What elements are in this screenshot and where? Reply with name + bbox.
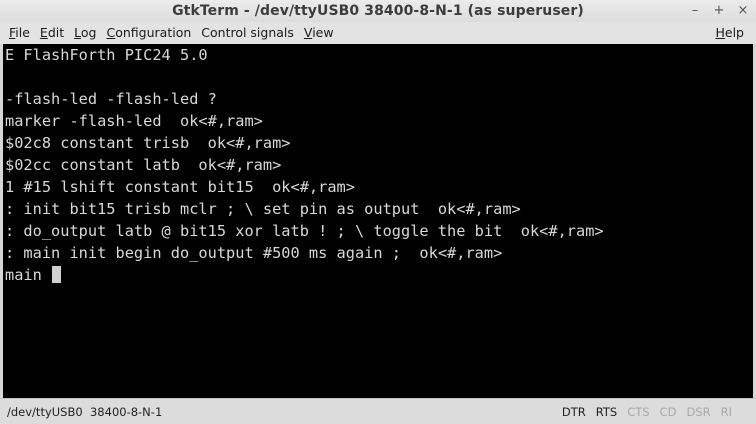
signal-dsr: DSR bbox=[686, 404, 711, 419]
signal-ri: RI bbox=[720, 404, 732, 419]
terminal-line: E FlashForth PIC24 5.0 bbox=[5, 46, 208, 64]
minimize-button[interactable]: – bbox=[688, 0, 702, 22]
terminal-line: $02c8 constant trisb ok<#,ram> bbox=[5, 134, 291, 152]
menu-edit[interactable]: Edit bbox=[35, 22, 69, 44]
status-bar: /dev/ttyUSB0 38400-8-N-1 DTR RTS CTS CD … bbox=[0, 398, 756, 424]
text-cursor bbox=[52, 266, 62, 283]
signal-dtr: DTR bbox=[561, 404, 586, 419]
terminal-line: : init bit15 trisb mclr ; \ set pin as o… bbox=[5, 200, 521, 218]
menu-view[interactable]: View bbox=[299, 22, 339, 44]
terminal-line: marker -flash-led ok<#,ram> bbox=[5, 112, 263, 130]
signal-cts: CTS bbox=[627, 404, 650, 419]
title-bar[interactable]: GtkTerm - /dev/ttyUSB0 38400-8-N-1 (as s… bbox=[0, 0, 756, 22]
close-button[interactable]: × bbox=[736, 0, 750, 22]
terminal-line: 1 #15 lshift constant bit15 ok<#,ram> bbox=[5, 178, 355, 196]
menu-configuration[interactable]: Configuration bbox=[101, 22, 196, 44]
menu-help[interactable]: Help bbox=[710, 22, 756, 44]
window-controls: – + × bbox=[688, 0, 750, 22]
maximize-button[interactable]: + bbox=[712, 0, 726, 22]
signal-rts: RTS bbox=[595, 404, 618, 419]
signal-cd: CD bbox=[659, 404, 677, 419]
port-settings-status: /dev/ttyUSB0 38400-8-N-1 bbox=[7, 404, 163, 419]
terminal-prompt-line: main bbox=[3, 264, 753, 286]
terminal-line: : do_output latb @ bit15 xor latb ! ; \ … bbox=[5, 222, 604, 240]
window-title: GtkTerm - /dev/ttyUSB0 38400-8-N-1 (as s… bbox=[172, 3, 584, 19]
terminal-line: -flash-led -flash-led ? bbox=[5, 90, 217, 108]
menu-bar: File Edit Log Configuration Control sign… bbox=[0, 22, 756, 44]
menu-control-signals[interactable]: Control signals bbox=[196, 22, 299, 44]
terminal-output[interactable]: E FlashForth PIC24 5.0 -flash-led -flash… bbox=[3, 44, 753, 398]
menu-file[interactable]: File bbox=[4, 22, 35, 44]
menu-log[interactable]: Log bbox=[69, 22, 101, 44]
terminal-input-text: main bbox=[5, 266, 52, 284]
terminal-line: $02cc constant latb ok<#,ram> bbox=[5, 156, 282, 174]
terminal-line: : main init begin do_output #500 ms agai… bbox=[5, 244, 503, 262]
